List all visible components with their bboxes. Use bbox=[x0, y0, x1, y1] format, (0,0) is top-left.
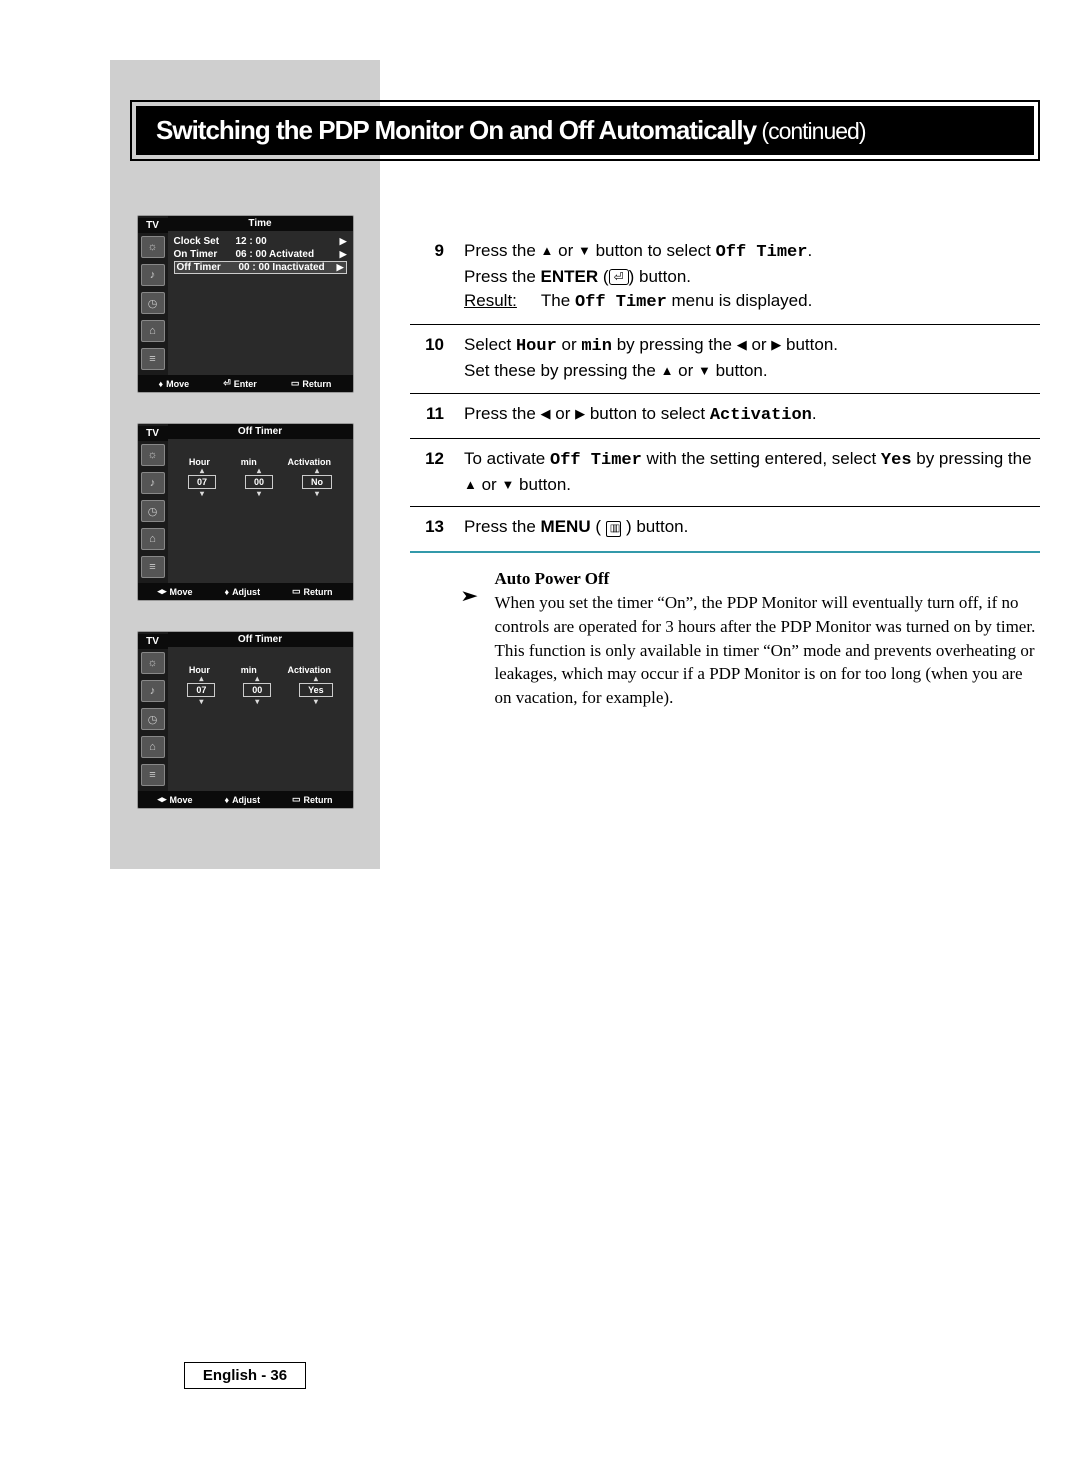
timer-icon: ◷ bbox=[141, 500, 165, 522]
sound-icon: ♪ bbox=[141, 472, 165, 494]
osd3-col-act: Activation bbox=[288, 665, 332, 675]
chevron-right-icon: ▶ bbox=[340, 236, 347, 247]
osd3-val-min: 00 bbox=[243, 683, 271, 697]
updown-icon: ♦ bbox=[224, 587, 229, 597]
osd1-tv-label: TV bbox=[138, 218, 168, 233]
timer-icon: ◷ bbox=[141, 292, 165, 314]
setup-icon: ⌂ bbox=[141, 320, 165, 342]
auto-power-off-note: ➤ Auto Power Off When you set the timer … bbox=[410, 551, 1040, 710]
page-footer: English - 36 bbox=[110, 1362, 380, 1389]
step-12: 12 To activate Off Timer with the settin… bbox=[410, 439, 1040, 508]
picture-icon: ☼ bbox=[141, 652, 165, 674]
sound-icon: ♪ bbox=[141, 680, 165, 702]
return-icon: ▭ bbox=[292, 586, 301, 597]
osd2-val-act: No bbox=[302, 475, 332, 489]
step-10: 10 Select Hour or min by pressing the ◀ … bbox=[410, 325, 1040, 394]
menu-icon: ≡ bbox=[141, 348, 165, 370]
osd1-header: Time bbox=[168, 216, 353, 231]
triangle-down-icon: ▼ bbox=[578, 243, 591, 258]
osd3-footer: ◂▸Move ♦Adjust ▭Return bbox=[138, 791, 353, 808]
setup-icon: ⌂ bbox=[141, 528, 165, 550]
osd2-val-min: 00 bbox=[245, 475, 273, 489]
note-body: When you set the timer “On”, the PDP Mon… bbox=[494, 591, 1036, 710]
osd1-footer: ♦Move ⏎Enter ▭Return bbox=[138, 375, 353, 392]
note-arrow-icon: ➤ bbox=[460, 589, 478, 689]
osd-offtimer-no: TV ☼ ♪ ◷ ⌂ ≡ Off Timer Hour min bbox=[137, 423, 354, 601]
menu-icon: ≡ bbox=[141, 556, 165, 578]
note-heading: Auto Power Off bbox=[494, 567, 1036, 591]
triangle-up-icon: ▲ bbox=[464, 477, 477, 492]
triangle-up-icon: ▲ bbox=[661, 363, 674, 378]
osd1-row-offtimer: Off Timer 00 : 00 Inactivated ▶ bbox=[174, 261, 347, 274]
picture-icon: ☼ bbox=[141, 236, 165, 258]
osd3-val-hour: 07 bbox=[187, 683, 215, 697]
updown-icon: ♦ bbox=[159, 379, 164, 389]
step-11: 11 Press the ◀ or ▶ button to select Act… bbox=[410, 394, 1040, 439]
menu-icon: ≡ bbox=[141, 764, 165, 786]
page-title-wrap: Switching the PDP Monitor On and Off Aut… bbox=[130, 100, 1040, 161]
osd2-header: Off Timer bbox=[168, 424, 353, 439]
setup-icon: ⌂ bbox=[141, 736, 165, 758]
menu-button-icon: ▯▯▯ bbox=[606, 521, 622, 537]
result-label: Result: bbox=[464, 289, 517, 315]
sidebar-screenshots: TV ☼ ♪ ◷ ⌂ ≡ Time Clock Set 12 : 00 bbox=[110, 60, 380, 869]
osd3-tv-label: TV bbox=[138, 634, 168, 649]
return-icon: ▭ bbox=[291, 378, 300, 389]
enter-icon: ⏎ bbox=[223, 378, 231, 389]
triangle-left-icon: ◀ bbox=[737, 337, 747, 352]
leftright-icon: ◂▸ bbox=[157, 586, 166, 597]
chevron-right-icon: ▶ bbox=[340, 249, 347, 260]
osd2-col-act: Activation bbox=[288, 457, 332, 467]
chevron-right-icon: ▶ bbox=[337, 262, 344, 273]
timer-icon: ◷ bbox=[141, 708, 165, 730]
triangle-down-icon: ▼ bbox=[698, 363, 711, 378]
updown-icon: ♦ bbox=[224, 795, 229, 805]
triangle-right-icon: ▶ bbox=[771, 337, 781, 352]
osd1-row-clockset: Clock Set 12 : 00 ▶ bbox=[174, 235, 347, 248]
osd2-tv-label: TV bbox=[138, 426, 168, 441]
triangle-right-icon: ▶ bbox=[575, 406, 585, 421]
triangle-down-icon: ▼ bbox=[501, 477, 514, 492]
page-title: Switching the PDP Monitor On and Off Aut… bbox=[136, 106, 1034, 155]
sound-icon: ♪ bbox=[141, 264, 165, 286]
triangle-left-icon: ◀ bbox=[541, 406, 551, 421]
osd2-footer: ◂▸Move ♦Adjust ▭Return bbox=[138, 583, 353, 600]
osd2-col-min: min bbox=[241, 457, 257, 467]
leftright-icon: ◂▸ bbox=[157, 794, 166, 805]
step-9: 9 Press the ▲ or ▼ button to select Off … bbox=[410, 231, 1040, 325]
enter-button-icon: ⏎ bbox=[609, 269, 629, 285]
osd-offtimer-yes: TV ☼ ♪ ◷ ⌂ ≡ Off Timer Hour min bbox=[137, 631, 354, 809]
osd1-row-ontimer: On Timer 06 : 00 Activated ▶ bbox=[174, 248, 347, 261]
step-13: 13 Press the MENU ( ▯▯▯ ) button. bbox=[410, 507, 1040, 549]
return-icon: ▭ bbox=[292, 794, 301, 805]
osd2-val-hour: 07 bbox=[188, 475, 216, 489]
triangle-up-icon: ▲ bbox=[541, 243, 554, 258]
page-number: English - 36 bbox=[184, 1362, 306, 1389]
osd3-val-act: Yes bbox=[299, 683, 333, 697]
osd3-header: Off Timer bbox=[168, 632, 353, 647]
osd-time-menu: TV ☼ ♪ ◷ ⌂ ≡ Time Clock Set 12 : 00 bbox=[137, 215, 354, 393]
picture-icon: ☼ bbox=[141, 444, 165, 466]
